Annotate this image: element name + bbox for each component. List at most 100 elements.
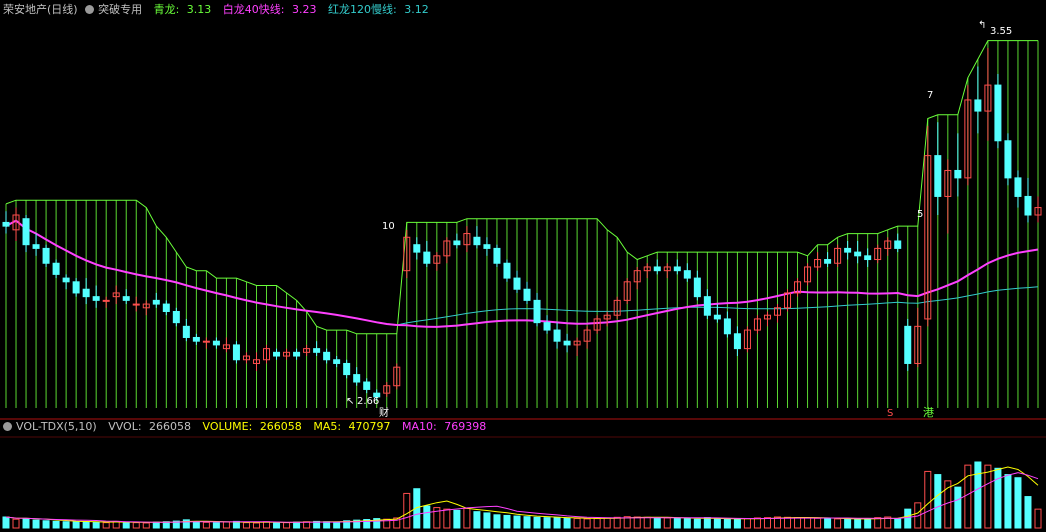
candle-body[interactable] — [543, 322, 551, 331]
volume-bar[interactable] — [653, 517, 661, 529]
candle-body[interactable] — [32, 244, 40, 249]
volume-bar[interactable] — [603, 517, 611, 529]
candle-body[interactable] — [172, 311, 180, 324]
volume-bar[interactable] — [152, 521, 160, 529]
candle-body[interactable] — [994, 84, 1002, 142]
candle-body[interactable] — [92, 296, 100, 301]
candle-body[interactable] — [353, 374, 361, 383]
candle-body[interactable] — [523, 288, 531, 301]
volume-bar[interactable] — [894, 518, 902, 529]
candlesticks[interactable] — [2, 47, 1042, 401]
candle-body[interactable] — [293, 351, 301, 357]
candle-body[interactable] — [453, 240, 461, 246]
sell-marker[interactable]: S — [887, 408, 893, 419]
volume-bar[interactable] — [252, 522, 260, 529]
volume-bar[interactable] — [222, 521, 230, 529]
candle-body[interactable] — [673, 266, 681, 272]
volume-bar[interactable] — [102, 522, 110, 529]
candle-body[interactable] — [313, 348, 321, 353]
volume-bar[interactable] — [763, 517, 771, 529]
volume-bar[interactable] — [964, 464, 972, 529]
volume-bar[interactable] — [2, 516, 10, 529]
volume-bar[interactable] — [663, 517, 671, 529]
volume-bar[interactable] — [643, 516, 651, 529]
volume-bar[interactable] — [814, 517, 822, 529]
candle-body[interactable] — [854, 251, 862, 257]
volume-bar[interactable] — [713, 518, 721, 529]
volume-bar[interactable] — [844, 518, 852, 529]
candle-body[interactable] — [182, 325, 190, 338]
volume-bar[interactable] — [333, 521, 341, 529]
volume-bar[interactable] — [72, 521, 80, 529]
candle-body[interactable] — [563, 340, 571, 346]
candle-body[interactable] — [864, 255, 872, 261]
volume-bar[interactable] — [794, 517, 802, 529]
volume-bar[interactable] — [804, 517, 812, 529]
volume-bar[interactable] — [463, 508, 471, 529]
volume-bar[interactable] — [824, 518, 832, 529]
candle-body[interactable] — [1004, 140, 1012, 179]
volume-bar[interactable] — [212, 522, 220, 529]
candle-body[interactable] — [844, 247, 852, 253]
volume-bar[interactable] — [573, 518, 581, 529]
volume-bar[interactable] — [42, 520, 50, 529]
volume-bar[interactable] — [453, 509, 461, 529]
candle-body[interactable] — [533, 299, 541, 324]
volume-bar[interactable] — [753, 517, 761, 529]
volume-bar[interactable] — [974, 461, 982, 529]
candle-body[interactable] — [513, 277, 521, 290]
volume-bar[interactable] — [673, 517, 681, 529]
volume-bar[interactable] — [503, 514, 511, 529]
volume-bar[interactable] — [693, 518, 701, 529]
volume-bar[interactable] — [52, 520, 60, 529]
candle-body[interactable] — [152, 299, 160, 305]
volume-bar[interactable] — [593, 518, 601, 529]
volume-bar[interactable] — [493, 514, 501, 529]
volume-bar[interactable] — [703, 517, 711, 529]
candle-body[interactable] — [132, 303, 140, 306]
candle-body[interactable] — [703, 296, 711, 316]
candle-body[interactable] — [343, 362, 351, 376]
volume-bar[interactable] — [483, 512, 491, 529]
volume-bar[interactable] — [743, 518, 751, 529]
volume-bar[interactable] — [202, 521, 210, 529]
candle-body[interactable] — [122, 296, 130, 301]
volume-bar[interactable] — [122, 521, 130, 529]
volume-bar[interactable] — [293, 521, 301, 529]
volume-bar[interactable] — [423, 505, 431, 529]
volume-bar[interactable] — [784, 516, 792, 529]
volume-bar[interactable] — [563, 517, 571, 529]
candle-body[interactable] — [102, 299, 110, 302]
volume-bar[interactable] — [323, 521, 331, 529]
volume-bar[interactable] — [1014, 477, 1022, 529]
volume-bar[interactable] — [443, 508, 451, 529]
candle-body[interactable] — [713, 314, 721, 320]
volume-bar[interactable] — [1034, 508, 1042, 529]
volume-bar[interactable] — [523, 516, 531, 529]
volume-bar[interactable] — [583, 518, 591, 529]
volume-bar[interactable] — [1024, 496, 1032, 529]
candle-body[interactable] — [894, 240, 902, 249]
volume-bar[interactable] — [723, 518, 731, 529]
volume-bar[interactable] — [633, 516, 641, 529]
candle-body[interactable] — [333, 359, 341, 364]
candle-body[interactable] — [1014, 177, 1022, 197]
volume-bar[interactable] — [1004, 474, 1012, 529]
candle-body[interactable] — [2, 221, 10, 227]
volume-bar[interactable] — [62, 521, 70, 529]
candle-body[interactable] — [733, 333, 741, 350]
candle-body[interactable] — [72, 281, 80, 294]
candle-body[interactable] — [723, 318, 731, 335]
candle-body[interactable] — [904, 325, 912, 364]
stock-chart[interactable]: 2.66 3.55 ↰ ↖ 财 S 港 10 7 5 — [0, 0, 1046, 532]
candle-body[interactable] — [483, 244, 491, 249]
volume-bar[interactable] — [984, 464, 992, 529]
volume-bar[interactable] — [242, 522, 250, 529]
candle-body[interactable] — [82, 288, 90, 298]
candle-body[interactable] — [232, 344, 240, 361]
volume-bar[interactable] — [854, 519, 862, 529]
hk-connect-marker[interactable]: 港 — [923, 406, 934, 419]
volume-bar[interactable] — [473, 511, 481, 529]
volume-bar[interactable] — [553, 517, 561, 529]
candle-body[interactable] — [974, 99, 982, 112]
